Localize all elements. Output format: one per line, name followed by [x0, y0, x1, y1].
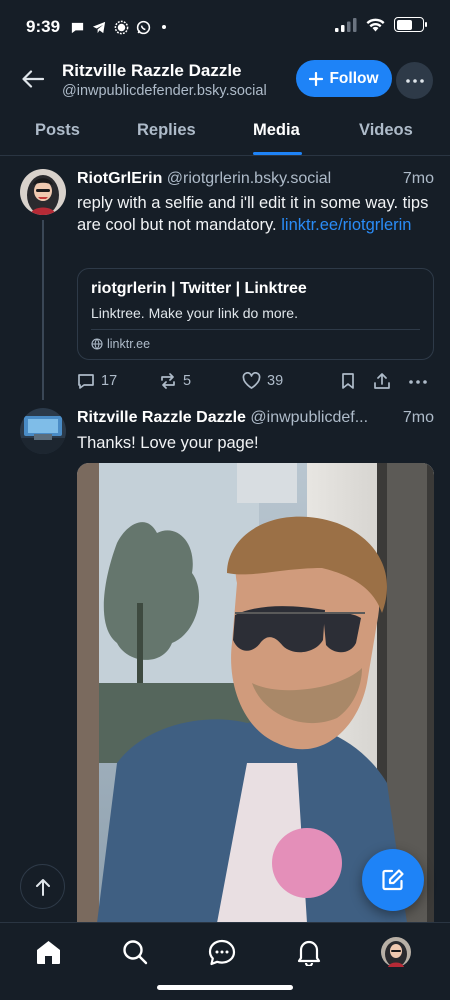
- post-more-button[interactable]: [409, 380, 427, 384]
- bookmark-button[interactable]: [340, 372, 356, 390]
- whatsapp-icon: [136, 20, 151, 34]
- post-header: RiotGrlErin @riotgrlerin.bsky.social: [77, 170, 331, 188]
- profile-handle: @inwpublicdefender.bsky.social: [62, 83, 267, 99]
- share-icon: [374, 373, 390, 389]
- active-tab-indicator: [253, 152, 302, 155]
- post-handle[interactable]: @inwpublicdef...: [250, 409, 368, 426]
- profile-name: Ritzville Razzle Dazzle: [62, 61, 242, 80]
- reply-button[interactable]: 17: [77, 372, 117, 390]
- messages-icon: [71, 22, 84, 33]
- profile-title: Ritzville Razzle Dazzle @inwpublicdefend…: [62, 60, 267, 102]
- cellular-signal-icon: [335, 17, 357, 32]
- tab-videos[interactable]: Videos: [359, 121, 413, 140]
- globe-icon: [91, 338, 103, 350]
- status-right: [335, 17, 427, 32]
- repost-icon: [161, 373, 175, 389]
- more-notifications-dot: [162, 25, 167, 29]
- nav-search[interactable]: [120, 937, 150, 967]
- more-horizontal-icon: [405, 78, 424, 83]
- reply-count: 17: [101, 373, 118, 389]
- battery-icon: [394, 17, 427, 32]
- post-author[interactable]: RiotGrlErin: [77, 170, 162, 187]
- link-card-domain: linktr.ee: [107, 337, 151, 351]
- compose-icon: [382, 869, 404, 891]
- link-card-domain-row: linktr.ee: [91, 337, 150, 351]
- profile-tabs: Posts Replies Media Videos: [0, 104, 450, 156]
- repost-button[interactable]: 5: [159, 372, 191, 390]
- notification-icons: [70, 20, 167, 35]
- link-card-title: riotgrlerin | Twitter | Linktree: [91, 280, 307, 297]
- nav-chat[interactable]: [207, 937, 237, 967]
- share-button[interactable]: [373, 372, 391, 390]
- home-indicator: [157, 985, 293, 990]
- search-icon: [123, 940, 148, 965]
- post-text: reply with a selfie and i'll edit it in …: [77, 192, 437, 236]
- status-bar: 9:39: [0, 0, 450, 54]
- avatar-image: [20, 408, 66, 454]
- compose-button[interactable]: [362, 849, 424, 911]
- post-author[interactable]: Ritzville Razzle Dazzle: [77, 409, 246, 426]
- telegram-icon: [92, 21, 106, 33]
- status-time: 9:39: [26, 17, 61, 36]
- thread-line: [42, 220, 44, 400]
- post-handle[interactable]: @riotgrlerin.bsky.social: [167, 170, 331, 187]
- follow-button[interactable]: Follow: [296, 60, 392, 97]
- bookmark-icon: [342, 373, 354, 389]
- post-time: 7mo: [402, 170, 434, 187]
- bell-icon: [297, 940, 321, 966]
- avatar-image: [20, 169, 66, 215]
- post-header: Ritzville Razzle Dazzle @inwpublicdef...: [77, 409, 368, 427]
- profile-avatar: [381, 937, 411, 967]
- like-count: 39: [267, 373, 284, 389]
- avatar-riotgrlerin[interactable]: [20, 169, 66, 215]
- wifi-icon: [366, 18, 385, 31]
- profile-header: Ritzville Razzle Dazzle @inwpublicdefend…: [0, 54, 450, 104]
- like-button[interactable]: 39: [242, 372, 283, 390]
- repost-count: 5: [183, 373, 192, 389]
- post-link[interactable]: linktr.ee/riotgrlerin: [281, 216, 411, 234]
- tab-replies[interactable]: Replies: [137, 121, 196, 140]
- nav-notifications[interactable]: [294, 937, 324, 967]
- post-body: Thanks! Love your page!: [77, 434, 259, 452]
- nav-home[interactable]: [33, 937, 63, 967]
- avatar-ritzville[interactable]: [20, 408, 66, 454]
- link-card-divider: [91, 329, 420, 330]
- post-actions: 17 5 39: [77, 372, 434, 394]
- tab-media[interactable]: Media: [253, 121, 300, 140]
- home-icon: [36, 941, 60, 964]
- follow-label: Follow: [329, 69, 379, 87]
- more-horizontal-icon: [409, 380, 427, 384]
- more-options-button[interactable]: [396, 62, 433, 99]
- signal-icon: [114, 20, 129, 34]
- link-card-description: Linktree. Make your link do more.: [91, 305, 298, 321]
- heart-icon: [242, 372, 261, 389]
- scroll-to-top-button[interactable]: [20, 864, 65, 909]
- plus-icon: [309, 71, 324, 86]
- tab-posts[interactable]: Posts: [35, 121, 80, 140]
- nav-profile[interactable]: [381, 937, 411, 967]
- reply-icon: [78, 374, 94, 389]
- post-time: 7mo: [402, 409, 434, 426]
- chat-icon: [208, 939, 236, 965]
- back-arrow-icon: [22, 70, 44, 88]
- link-preview-card[interactable]: riotgrlerin | Twitter | Linktree Linktre…: [77, 268, 434, 360]
- back-button[interactable]: [18, 64, 48, 94]
- arrow-up-icon: [35, 878, 50, 896]
